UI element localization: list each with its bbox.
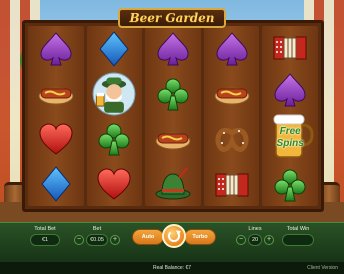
bet-increase-button[interactable]: + (110, 235, 120, 245)
bet-value: €0.05 (90, 237, 104, 243)
free-spins-line2: Spins (276, 138, 304, 150)
spade-icon (212, 29, 252, 69)
spin-icon (168, 230, 180, 242)
free-spins-icon: Free Spins (264, 111, 316, 163)
status-strip: Real Balance: €7 Client Version (0, 262, 344, 274)
spade-icon (270, 70, 310, 110)
diamond-icon (94, 29, 134, 69)
lines-field: 20 (248, 234, 262, 246)
bet-field: €0.05 (86, 234, 108, 246)
lines-decrease-button[interactable]: − (236, 235, 246, 245)
game-title-banner: Beer Garden (118, 8, 226, 28)
lines-value: 20 (251, 237, 259, 243)
heart-icon (36, 119, 76, 159)
reel-cell (28, 26, 84, 71)
total-bet-field: €1 (30, 234, 60, 246)
reel-cell (262, 26, 318, 69)
reel-cell (28, 161, 84, 206)
bet-label: Bet (92, 226, 102, 232)
reel-cell (145, 116, 201, 161)
sausage-icon (212, 74, 252, 114)
club-icon (270, 165, 310, 205)
diamond-icon (36, 164, 76, 204)
accordion-icon (270, 27, 310, 67)
lines-label: Lines (248, 226, 262, 232)
sausage-icon (153, 119, 193, 159)
reel-cell (145, 71, 201, 116)
reel-cell (87, 161, 143, 206)
auto-label: Auto (141, 234, 155, 240)
sausage-icon (36, 74, 76, 114)
client-version-text: Client Version (307, 265, 338, 271)
total-bet-label: Total Bet (34, 226, 56, 232)
reel-1 (28, 26, 84, 206)
reel-cell (87, 116, 143, 161)
turbo-label: Turbo (192, 234, 208, 240)
reel-cell (204, 161, 260, 206)
reel-4 (203, 26, 260, 206)
club-icon (94, 119, 134, 159)
lines-increase-button[interactable]: + (264, 235, 274, 245)
reel-cell (204, 26, 260, 71)
spin-button[interactable] (162, 224, 186, 248)
reel-cell (87, 71, 143, 116)
club-icon (153, 74, 193, 114)
reel-2 (86, 26, 143, 206)
free-spins-line1: Free (279, 126, 301, 138)
total-win-label: Total Win (286, 226, 310, 232)
reel-5: Free Spins (262, 26, 318, 206)
reel-cell (28, 71, 84, 116)
spade-icon (36, 29, 76, 69)
reel-cell (262, 163, 318, 206)
farmer-icon (92, 72, 136, 116)
reel-cell (204, 116, 260, 161)
bet-decrease-button[interactable]: − (74, 235, 84, 245)
reel-cell (28, 116, 84, 161)
real-balance: Real Balance: €7 (152, 265, 192, 271)
total-win-field (282, 234, 314, 246)
reel-cell (145, 26, 201, 71)
heart-icon (94, 164, 134, 204)
pretzel-icon (212, 119, 252, 159)
reel-cell (87, 26, 143, 71)
auto-button[interactable]: Auto (132, 229, 164, 245)
accordion-icon (212, 164, 252, 204)
reel-cell: Free Spins (262, 111, 318, 163)
tyrolean-hat-icon (153, 164, 193, 204)
game-title: Beer Garden (129, 11, 215, 25)
turbo-button[interactable]: Turbo (184, 229, 216, 245)
reel-cell (204, 71, 260, 116)
reel-cell (145, 161, 201, 206)
spade-icon (153, 29, 193, 69)
reel-cell (262, 69, 318, 112)
reels-frame: Free Spins (22, 20, 324, 212)
reel-3 (145, 26, 201, 206)
total-bet-value: €1 (41, 237, 49, 243)
